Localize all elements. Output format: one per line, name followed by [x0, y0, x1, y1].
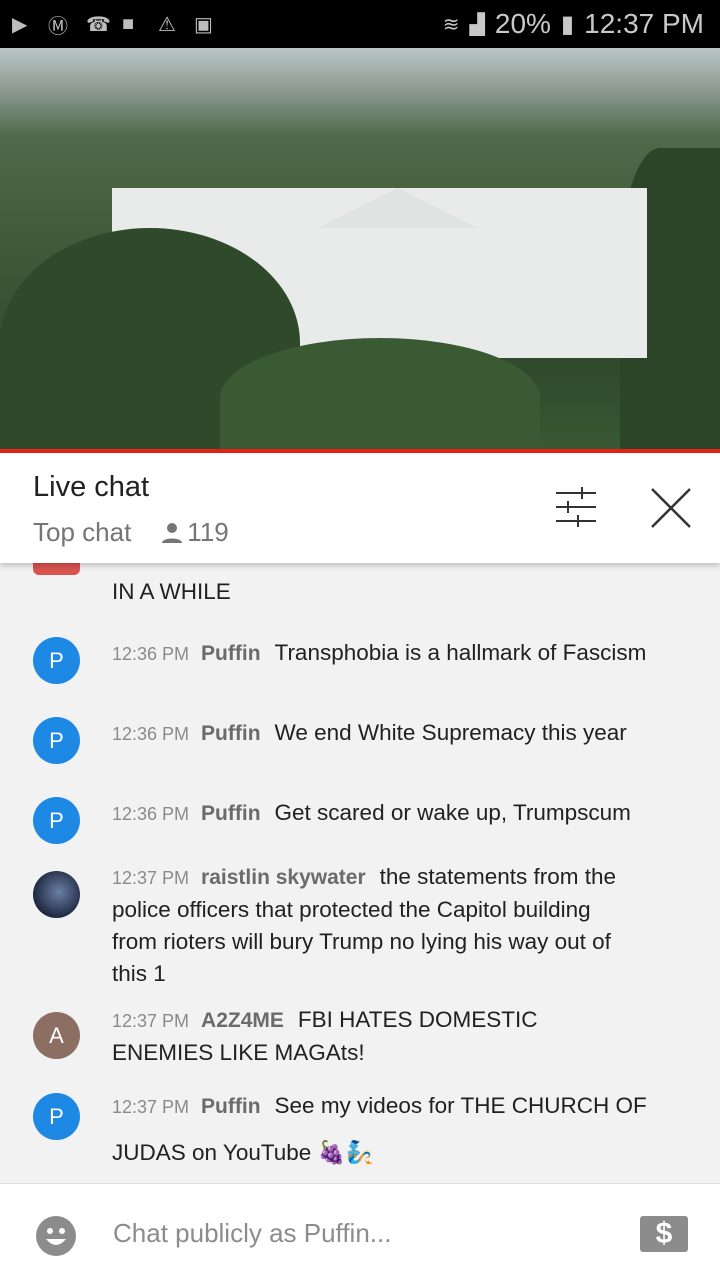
timestamp: 12:36 PM [112, 804, 190, 824]
close-icon[interactable] [650, 487, 692, 529]
message-body: 12:36 PM Puffin We end White Supremacy thi… [112, 717, 696, 750]
author-name[interactable]: Puffin [201, 802, 260, 825]
status-bar: ▶ Ⓜ ☎ ■ ⚠ ▣ ≋ ▟ 20% ▮ 12:37 PM [0, 0, 720, 48]
chat-mode-selector[interactable]: Top chat 119 [33, 517, 229, 548]
battery-icon: ▮ [560, 10, 575, 38]
warning-icon: ⚠ [158, 13, 176, 36]
signal-icon: ▟ [469, 13, 485, 36]
author-name[interactable]: A2Z4ME [201, 1009, 284, 1032]
missed-call-icon: ☎ [86, 13, 111, 36]
chat-input-bar: Chat publicly as Puffin... $ [0, 1183, 720, 1280]
author-name[interactable]: raistlin skywater [201, 866, 366, 889]
avatar [33, 563, 80, 575]
avatar[interactable] [33, 871, 80, 918]
emoji-icon[interactable] [36, 1216, 76, 1256]
chat-list[interactable]: IN A WHILE P 12:36 PM Puffin Transphobia i… [0, 563, 720, 1183]
clock: 12:37 PM [584, 8, 704, 39]
message-body: 12:37 PM Puffin See my videos for THE CHUR… [112, 1083, 680, 1176]
viewers: 119 [161, 517, 229, 548]
chat-header: Live chat Top chat 119 [0, 453, 720, 563]
message-text: Get scared or wake up, Trumpscum [274, 800, 631, 825]
timestamp: 12:37 PM [112, 1097, 190, 1117]
timestamp: 12:37 PM [112, 868, 190, 888]
message-body: 12:36 PM Puffin Transphobia is a hallmark … [112, 637, 696, 670]
author-name[interactable]: Puffin [201, 722, 260, 745]
battery-percent: 20% [494, 8, 551, 39]
message-body: 12:37 PM raistlin skywater the statements … [112, 861, 640, 990]
timestamp: 12:36 PM [112, 724, 190, 744]
timestamp: 12:37 PM [112, 1011, 190, 1031]
filter-icon[interactable] [554, 487, 598, 527]
author-name[interactable]: Puffin [201, 1095, 260, 1118]
video-player[interactable] [0, 48, 720, 450]
avatar[interactable]: P [33, 717, 80, 764]
message-text: IN A WHILE [112, 579, 231, 604]
messenger-icon: Ⓜ [48, 15, 68, 38]
avatar[interactable]: P [33, 797, 80, 844]
youtube-icon: ▶ [12, 13, 28, 36]
avatar[interactable]: P [33, 637, 80, 684]
timestamp: 12:36 PM [112, 644, 190, 664]
trees [220, 338, 540, 450]
message-text: Transphobia is a hallmark of Fascism [274, 640, 647, 665]
message-text: We end White Supremacy this year [274, 720, 627, 745]
message-text: See my videos for THE CHURCH OF JUDAS on… [112, 1093, 647, 1165]
chat-mode: Top chat [33, 517, 132, 547]
super-chat-dollar-icon[interactable]: $ [640, 1216, 688, 1252]
wifi-icon: ≋ [442, 13, 460, 36]
person-icon [162, 522, 183, 543]
author-name[interactable]: Puffin [201, 642, 260, 665]
chat-input[interactable]: Chat publicly as Puffin... [113, 1218, 391, 1249]
message-body: 12:36 PM Puffin Get scared or wake up, Tru… [112, 797, 696, 830]
chat-title: Live chat [33, 471, 150, 503]
message-body: 12:37 PM A2Z4ME FBI HATES DOMESTIC ENEMIES… [112, 1004, 580, 1069]
avatar[interactable]: P [33, 1093, 80, 1140]
avatar[interactable]: A [33, 1012, 80, 1059]
image-icon: ▣ [194, 13, 213, 36]
viewer-count: 119 [187, 517, 229, 547]
folder-icon: ■ [122, 12, 135, 35]
